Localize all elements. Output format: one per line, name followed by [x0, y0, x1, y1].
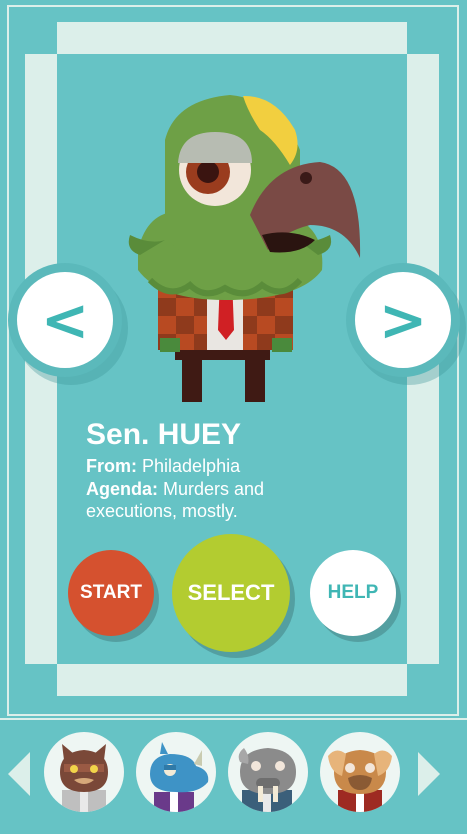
chevron-left-icon: <	[40, 286, 90, 354]
start-button[interactable]: START	[68, 550, 154, 636]
carousel-left-arrow-icon[interactable]	[8, 752, 30, 796]
select-button[interactable]: SELECT	[172, 534, 290, 652]
help-button[interactable]: HELP	[310, 550, 396, 636]
select-button-label: SELECT	[187, 580, 275, 605]
dog-senator-art	[328, 750, 392, 812]
from-value: Philadelphia	[142, 456, 241, 476]
carousel-right-arrow-icon[interactable]	[418, 752, 440, 796]
from-label: From:	[86, 456, 137, 476]
rhino-senator-icon[interactable]	[136, 732, 216, 812]
dog-senator-icon[interactable]	[320, 732, 400, 812]
character-agenda: Agenda: Murders and executions, mostly.	[86, 478, 306, 522]
character-from: From: Philadelphia	[86, 455, 240, 477]
next-character-button[interactable]: >	[355, 272, 451, 368]
cat-senator-art	[60, 744, 108, 812]
prev-character-button[interactable]: <	[17, 272, 113, 368]
walrus-senator-art	[238, 748, 296, 812]
cat-senator-icon[interactable]	[44, 732, 124, 812]
character-name: Sen. HUEY	[86, 418, 242, 451]
start-button-label: START	[80, 582, 142, 603]
parrot-senator-illustration	[128, 95, 361, 402]
chevron-right-icon: >	[378, 286, 428, 354]
walrus-senator-icon[interactable]	[228, 732, 308, 812]
agenda-label: Agenda:	[86, 479, 158, 499]
rhino-senator-art	[150, 742, 209, 812]
help-button-label: HELP	[327, 582, 379, 603]
